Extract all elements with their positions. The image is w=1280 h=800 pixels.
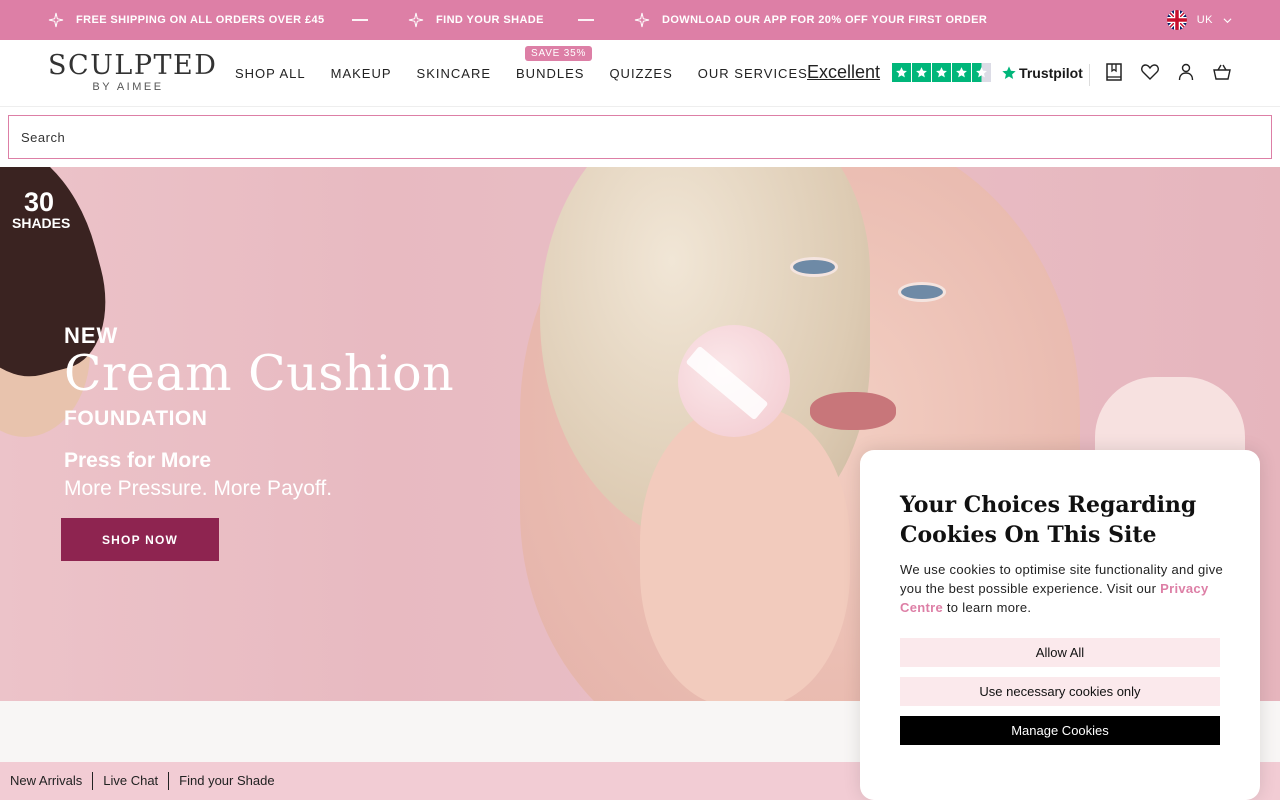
nav-skincare[interactable]: SKINCARE	[417, 66, 491, 81]
model-lips-image	[810, 392, 896, 430]
cookie-consent-dialog: Your Choices Regarding Cookies On This S…	[860, 450, 1260, 800]
cookie-body: We use cookies to optimise site function…	[900, 560, 1225, 617]
announcement-divider	[352, 19, 368, 21]
necessary-cookies-button[interactable]: Use necessary cookies only	[900, 677, 1220, 706]
basket-icon[interactable]	[1212, 62, 1232, 82]
hero-subtitle: FOUNDATION	[64, 407, 208, 430]
hero-title: Cream Cushion	[64, 345, 455, 402]
announcement-find-shade[interactable]: FIND YOUR SHADE	[408, 12, 544, 28]
announcement-text: FIND YOUR SHADE	[436, 14, 544, 26]
wishlist-heart-icon[interactable]	[1140, 62, 1160, 82]
star-icon	[952, 63, 972, 82]
user-icon[interactable]	[1176, 62, 1196, 82]
star-icon	[932, 63, 952, 82]
nav-our-services[interactable]: OUR SERVICES	[698, 66, 808, 81]
logo-sub-text: BY AIMEE	[92, 81, 164, 93]
uk-flag-icon	[1166, 10, 1187, 30]
bundles-save-badge: SAVE 35%	[525, 46, 593, 61]
sparkle-icon	[408, 12, 424, 28]
link-new-arrivals[interactable]: New Arrivals	[0, 772, 94, 790]
model-hand-image	[640, 407, 850, 701]
main-nav: SHOP ALL MAKEUP SKINCARE BUNDLES QUIZZES…	[235, 66, 833, 81]
trustpilot-brand: Trustpilot	[1019, 64, 1083, 81]
nav-bundles[interactable]: BUNDLES	[516, 66, 584, 81]
star-icon	[892, 63, 912, 82]
locale-label: UK	[1196, 14, 1213, 26]
cookie-body-text-end: to learn more.	[942, 600, 1032, 615]
trustpilot-logo: Trustpilot	[1001, 65, 1083, 81]
announcement-bar: FREE SHIPPING ON ALL ORDERS OVER £45 FIN…	[0, 0, 1280, 40]
nav-shop-all[interactable]: SHOP ALL	[235, 66, 306, 81]
sparkle-icon	[48, 12, 64, 28]
shades-label: SHADES	[12, 215, 71, 231]
shades-count: 30	[24, 187, 55, 217]
link-find-your-shade[interactable]: Find your Shade	[169, 772, 284, 790]
manage-cookies-button[interactable]: Manage Cookies	[900, 716, 1220, 745]
hero-press-line: Press for More	[64, 449, 212, 472]
announcement-text: FREE SHIPPING ON ALL ORDERS OVER £45	[76, 14, 325, 26]
nav-quizzes[interactable]: QUIZZES	[609, 66, 672, 81]
locale-selector[interactable]: UK	[1166, 10, 1232, 30]
announcement-app-offer[interactable]: DOWNLOAD OUR APP FOR 20% OFF YOUR FIRST …	[634, 12, 987, 28]
nav-makeup[interactable]: MAKEUP	[331, 66, 392, 81]
site-logo[interactable]: SCULPTED BY AIMEE	[48, 50, 218, 94]
half-star-icon	[972, 63, 992, 82]
logo-main-text: SCULPTED	[48, 50, 218, 81]
hero-more-line: More Pressure. More Payoff.	[64, 477, 333, 500]
announcement-free-shipping[interactable]: FREE SHIPPING ON ALL ORDERS OVER £45	[48, 12, 325, 28]
chevron-down-icon	[1223, 17, 1232, 23]
announcement-divider	[578, 19, 594, 21]
allow-all-button[interactable]: Allow All	[900, 638, 1220, 667]
sparkle-icon	[634, 12, 650, 28]
announcement-text: DOWNLOAD OUR APP FOR 20% OFF YOUR FIRST …	[662, 14, 988, 26]
trustpilot-rating-word: Excellent	[807, 62, 881, 82]
cookie-title: Your Choices Regarding Cookies On This S…	[900, 492, 1197, 548]
trustpilot-widget[interactable]: Excellent Trustpilot	[807, 62, 1083, 83]
model-eye-image	[790, 257, 838, 277]
link-live-chat[interactable]: Live Chat	[93, 772, 170, 790]
site-header: SCULPTED BY AIMEE SAVE 35% SHOP ALL MAKE…	[0, 40, 1280, 107]
star-icon	[912, 63, 932, 82]
trustpilot-stars	[892, 63, 992, 82]
search-input[interactable]	[9, 116, 1271, 158]
header-actions	[1088, 62, 1232, 82]
trustpilot-star-icon	[1002, 65, 1016, 79]
account-book-icon[interactable]	[1104, 62, 1124, 82]
model-eye-image	[898, 282, 946, 302]
shop-now-button[interactable]: SHOP NOW	[61, 518, 219, 561]
search-bar	[8, 115, 1272, 159]
